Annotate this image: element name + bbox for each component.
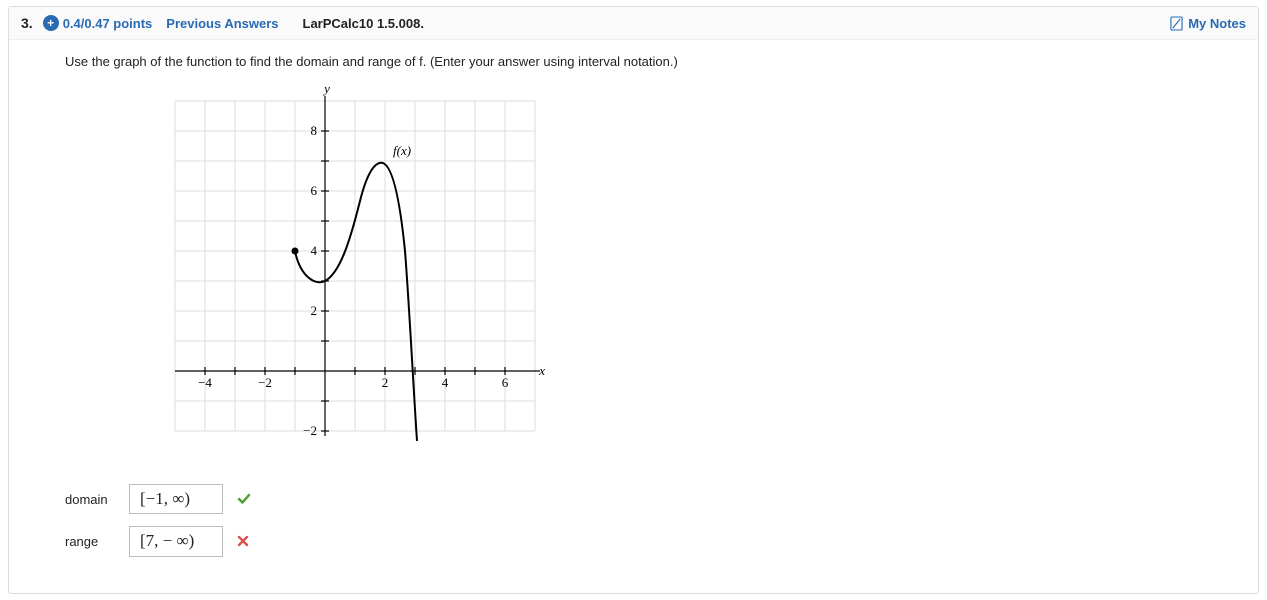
y-tick: −2 [303,423,317,438]
domain-input[interactable]: [−1, ∞) [129,484,223,514]
x-tick: 2 [382,375,389,390]
notes-icon [1170,16,1183,31]
my-notes-label: My Notes [1188,16,1246,31]
my-notes-link[interactable]: My Notes [1170,16,1246,31]
question-header: 3. + 0.4/0.47 points Previous Answers La… [9,7,1258,40]
previous-answers-link[interactable]: Previous Answers [166,16,278,31]
answer-row-range: range [7, − ∞) [65,526,1218,556]
x-tick: 4 [442,375,449,390]
question-prompt: Use the graph of the function to find th… [65,54,1218,69]
y-axis-label: y [322,81,330,96]
endpoint-closed [292,248,299,255]
check-icon [237,492,251,506]
answers-section: domain [−1, ∞) range [7, − ∞) [65,484,1218,557]
graph-image: y x −4 −2 2 4 6 8 6 4 2 −2 [165,81,1218,464]
x-axis-label: x [538,363,545,378]
y-tick: 4 [311,243,318,258]
points-text[interactable]: 0.4/0.47 points [63,16,153,31]
fx-label: f(x) [393,143,411,158]
x-tick: −2 [258,375,272,390]
curve-f [295,163,417,441]
x-tick: 6 [502,375,509,390]
answer-row-domain: domain [−1, ∞) [65,484,1218,514]
range-input[interactable]: [7, − ∞) [129,526,223,556]
question-container: 3. + 0.4/0.47 points Previous Answers La… [8,6,1259,594]
y-tick: 2 [311,303,318,318]
domain-label: domain [65,492,115,507]
question-body: Use the graph of the function to find th… [9,40,1258,593]
y-tick: 8 [311,123,318,138]
x-tick: −4 [198,375,212,390]
x-icon [237,535,251,549]
reference-code: LarPCalc10 1.5.008. [303,16,424,31]
range-label: range [65,534,115,549]
y-tick: 6 [311,183,318,198]
question-number: 3. [21,15,33,31]
plus-icon[interactable]: + [43,15,59,31]
